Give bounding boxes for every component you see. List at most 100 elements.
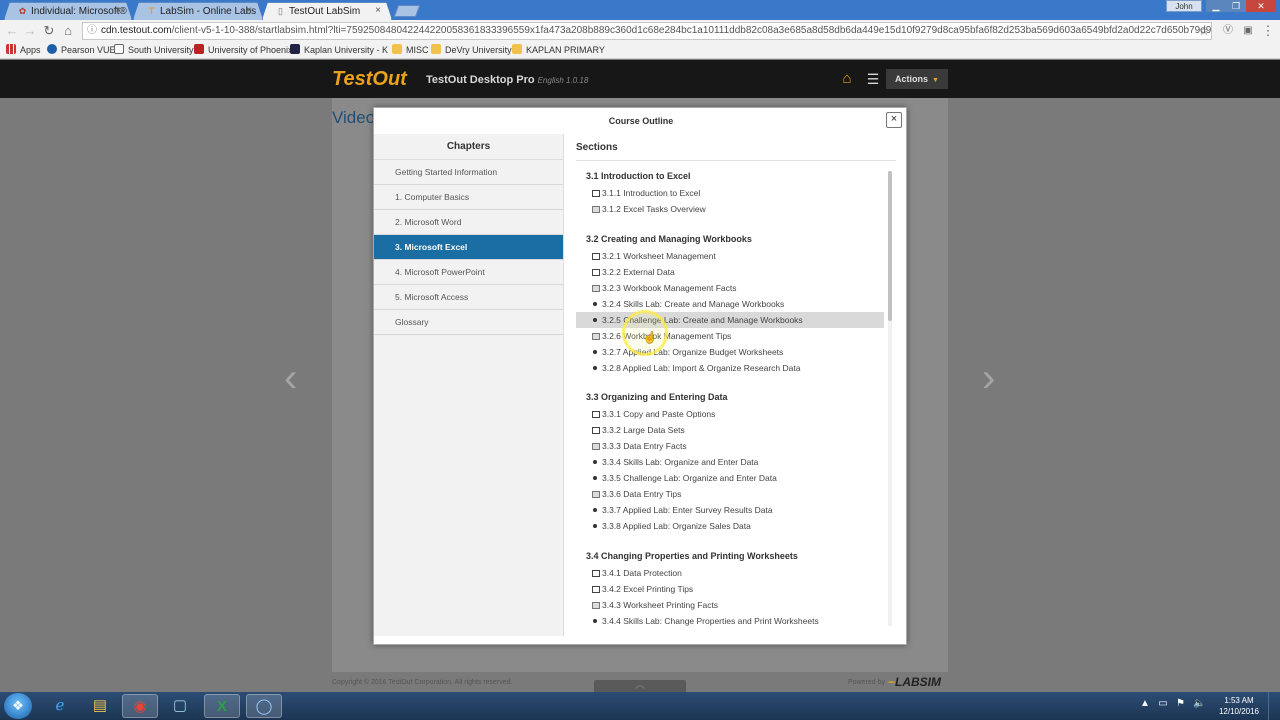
lab-icon	[591, 360, 600, 376]
profile-button[interactable]: John	[1166, 0, 1202, 12]
section-item[interactable]: 3.4.1 Data Protection	[576, 565, 884, 581]
address-bar[interactable]: ⓘ cdn.testout.com/client-v5-1-10-388/sta…	[82, 22, 1212, 40]
restore-icon[interactable]: ❐	[1226, 0, 1246, 12]
section-item[interactable]: 3.2.8 Applied Lab: Import & Organize Res…	[576, 360, 884, 376]
section-item[interactable]: 3.3.5 Challenge Lab: Organize and Enter …	[576, 470, 884, 486]
bookmark-item[interactable]: University of Phoenix	[194, 44, 293, 55]
section-item[interactable]: 3.2.4 Skills Lab: Create and Manage Work…	[576, 296, 884, 312]
home-icon[interactable]: ⌂	[60, 23, 76, 39]
network-icon[interactable]: ▭	[1158, 698, 1167, 709]
start-button[interactable]: ❖	[4, 693, 32, 719]
section-item[interactable]: 3.2.7 Applied Lab: Organize Budget Works…	[576, 344, 884, 360]
video-icon	[591, 565, 600, 581]
action-center-icon[interactable]: ⚑	[1176, 698, 1185, 709]
browser-tab[interactable]: ✿ Individual: Microsoft® E ×	[4, 2, 132, 20]
south-university-icon	[114, 44, 124, 54]
bookmark-star-icon[interactable]: ☆	[1196, 23, 1212, 39]
copyright-text: Copyright © 2016 TestOut Corporation. Al…	[332, 679, 513, 686]
section-item[interactable]: 3.3.3 Data Entry Facts	[576, 438, 884, 454]
bookmark-item[interactable]: Kaplan University - K	[290, 44, 388, 55]
file-explorer-icon[interactable]: ▤	[82, 694, 118, 718]
bookmark-item[interactable]: South University	[114, 44, 194, 55]
clock[interactable]: 1:53 AM 12/10/2016	[1218, 695, 1260, 717]
close-window-icon[interactable]: ✕	[1246, 0, 1276, 12]
reload-icon[interactable]: ↻	[41, 23, 57, 39]
show-hidden-icons-icon[interactable]: ▲	[1140, 698, 1150, 709]
expand-panel-button[interactable]: ︿	[594, 680, 686, 692]
bookmark-item[interactable]: Pearson VUE	[47, 44, 116, 55]
section-item[interactable]: 3.2.1 Worksheet Management	[576, 248, 884, 264]
close-tab-icon[interactable]: ×	[375, 5, 381, 16]
lab-icon	[591, 296, 600, 312]
cengage-icon: ✿	[18, 6, 27, 16]
lab-icon	[591, 312, 600, 328]
section-item[interactable]: 3.1.2 Excel Tasks Overview	[576, 201, 884, 217]
list-icon[interactable]: ☰	[864, 71, 882, 87]
section-item[interactable]: 3.4.4 Skills Lab: Change Properties and …	[576, 613, 884, 629]
chapters-heading: Chapters	[374, 134, 563, 160]
scrollbar-thumb[interactable]	[888, 171, 892, 321]
section-item[interactable]: 3.3.1 Copy and Paste Options	[576, 406, 884, 422]
section-item[interactable]: 3.4.2 Excel Printing Tips	[576, 581, 884, 597]
document-icon	[591, 280, 600, 296]
chapter-item[interactable]: 2. Microsoft Word	[374, 210, 563, 235]
chrome-icon[interactable]: ◉	[122, 694, 158, 718]
actions-menu-button[interactable]: Actions ▼	[886, 69, 948, 89]
section-item[interactable]: 3.3.6 Data Entry Tips	[576, 486, 884, 502]
bookmark-folder[interactable]: KAPLAN PRIMARY	[512, 44, 605, 55]
section-item[interactable]: 3.2.2 External Data	[576, 264, 884, 280]
chapter-item[interactable]: 4. Microsoft PowerPoint	[374, 260, 563, 285]
bookmark-folder[interactable]: DeVry University	[431, 44, 512, 55]
labsim-logo-mark: −	[888, 675, 896, 689]
forward-icon[interactable]: →	[22, 23, 38, 39]
browser-tab-active[interactable]: ▯ TestOut LabSim ×	[262, 2, 392, 20]
app-icon[interactable]: ◯	[246, 694, 282, 718]
minimize-icon[interactable]: ▁	[1206, 0, 1226, 12]
section-item[interactable]: 3.2.3 Workbook Management Facts	[576, 280, 884, 296]
internet-explorer-icon[interactable]: ℯ	[42, 694, 78, 718]
back-icon[interactable]: ←	[4, 23, 20, 39]
scrollbar[interactable]	[888, 171, 892, 626]
previous-arrow-icon[interactable]: ‹	[284, 356, 297, 401]
bookmark-apps[interactable]: Apps	[6, 44, 41, 55]
next-arrow-icon[interactable]: ›	[982, 356, 995, 401]
section-item-label: 3.1.1 Introduction to Excel	[602, 188, 701, 198]
folder-icon	[512, 44, 522, 54]
home-icon[interactable]: ⌂	[838, 71, 856, 87]
close-tab-icon[interactable]: ×	[246, 5, 252, 16]
section-item[interactable]: 3.3.4 Skills Lab: Organize and Enter Dat…	[576, 454, 884, 470]
excel-icon[interactable]: X	[204, 694, 240, 718]
menu-icon[interactable]: ⋮	[1260, 23, 1276, 39]
chapter-item[interactable]: 1. Computer Basics	[374, 185, 563, 210]
page-icon: ▯	[278, 6, 283, 16]
chapter-item[interactable]: Glossary	[374, 310, 563, 335]
section-item-label: 3.3.7 Applied Lab: Enter Survey Results …	[602, 505, 773, 515]
chapter-item[interactable]: 5. Microsoft Access	[374, 285, 563, 310]
video-icon	[591, 248, 600, 264]
section-item[interactable]: 3.4.3 Worksheet Printing Facts	[576, 597, 884, 613]
extension-icon[interactable]: ▣	[1240, 23, 1256, 39]
chapter-item-active[interactable]: 3. Microsoft Excel	[374, 235, 563, 260]
section-item[interactable]: 3.3.7 Applied Lab: Enter Survey Results …	[576, 502, 884, 518]
divider	[576, 160, 896, 161]
show-desktop-button[interactable]	[1268, 692, 1280, 720]
section-item[interactable]: 3.3.2 Large Data Sets	[576, 422, 884, 438]
section-item-label: 3.3.1 Copy and Paste Options	[602, 409, 716, 419]
app-icon[interactable]: ▢	[162, 694, 198, 718]
extension-icon[interactable]: Ⓥ	[1220, 23, 1236, 39]
speaker-icon[interactable]: 🔈	[1193, 698, 1205, 709]
close-tab-icon[interactable]: ×	[115, 5, 121, 16]
close-icon[interactable]: ×	[886, 112, 902, 128]
browser-toolbar: ← → ↻ ⌂ ⓘ cdn.testout.com/client-v5-1-10…	[0, 20, 1280, 42]
windows-taskbar: ❖ ℯ ▤ ◉ ▢ X ◯ ▲ ▭ ⚑ 🔈 1:53 AM 12/10/2016	[0, 692, 1280, 720]
video-icon	[591, 185, 600, 201]
browser-tab[interactable]: T LabSim - Online Labs ×	[133, 2, 263, 20]
section-item[interactable]: 3.1.1 Introduction to Excel	[576, 185, 884, 201]
info-icon: ⓘ	[87, 25, 97, 36]
new-tab-button[interactable]	[393, 5, 421, 17]
bookmark-folder[interactable]: MISC	[392, 44, 429, 55]
chapter-item[interactable]: Getting Started Information	[374, 160, 563, 185]
folder-icon	[431, 44, 441, 54]
section-item[interactable]: 3.3.8 Applied Lab: Organize Sales Data	[576, 518, 884, 534]
document-icon	[591, 438, 600, 454]
